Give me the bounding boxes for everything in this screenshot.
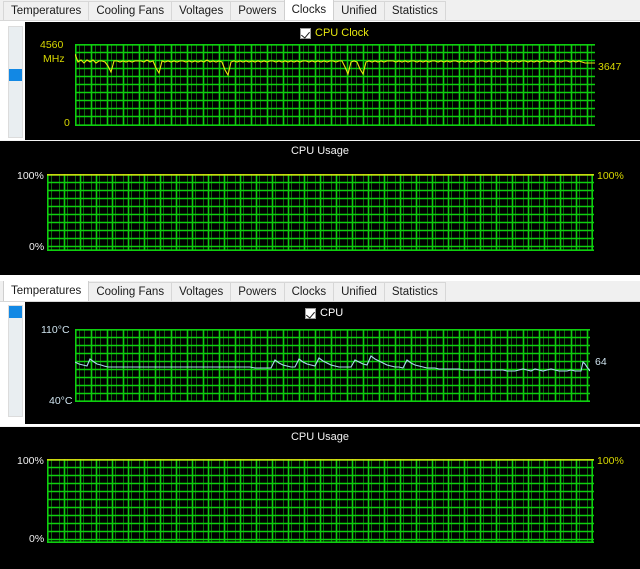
- y-axis-max-label: 100%: [17, 455, 44, 467]
- tab-cooling-fans[interactable]: Cooling Fans: [88, 1, 173, 20]
- y-axis-min-label: 0%: [29, 241, 45, 253]
- legend-checkbox-icon[interactable]: [300, 27, 311, 39]
- monitor-window-top: Temperatures Cooling Fans Voltages Power…: [0, 0, 640, 280]
- plot-area-cpu-clock: [75, 44, 595, 126]
- graph-title: CPU Usage: [290, 145, 350, 157]
- tab-unified[interactable]: Unified: [333, 282, 385, 301]
- grid-major: [47, 174, 594, 251]
- tab-bar-bottom: Temperatures Cooling Fans Voltages Power…: [0, 281, 640, 302]
- graph-cpu-usage-top: CPU Usage 100% 0% 100%: [0, 141, 640, 275]
- tab-voltages[interactable]: Voltages: [171, 1, 232, 20]
- legend-checkbox-icon[interactable]: [305, 307, 316, 319]
- tab-cooling-fans[interactable]: Cooling Fans: [88, 282, 173, 301]
- grid-major: [47, 459, 594, 543]
- legend-label: CPU Clock: [315, 27, 369, 39]
- legend-cpu-clock[interactable]: CPU Clock: [300, 27, 369, 39]
- monitor-window-bottom: Temperatures Cooling Fans Voltages Power…: [0, 281, 640, 569]
- y-axis-min-label: 40°C: [49, 395, 73, 407]
- scrollbar-thumb-bottom[interactable]: [9, 306, 22, 318]
- tab-unified[interactable]: Unified: [333, 1, 385, 20]
- tab-statistics[interactable]: Statistics: [383, 1, 446, 20]
- plot-area-cpu-usage-top: [47, 174, 594, 251]
- tab-clocks[interactable]: Clocks: [283, 0, 335, 20]
- y-axis-max-label: 4560: [40, 39, 64, 51]
- graph-cpu-usage-bottom: CPU Usage 100% 0% 100%: [0, 427, 640, 569]
- current-value-label: 3647: [598, 61, 622, 73]
- y-axis-unit-label: MHz: [43, 53, 65, 65]
- y-axis-min-label: 0: [64, 117, 70, 129]
- current-value-label: 100%: [597, 455, 624, 467]
- tab-statistics[interactable]: Statistics: [383, 282, 446, 301]
- graph-cpu-clock: CPU Clock 4560 MHz 0 3647: [25, 22, 640, 140]
- legend-label: CPU: [320, 307, 344, 319]
- y-axis-min-label: 0%: [29, 533, 45, 545]
- app-root: Temperatures Cooling Fans Voltages Power…: [0, 0, 640, 569]
- tab-bar-top: Temperatures Cooling Fans Voltages Power…: [0, 0, 640, 21]
- tab-voltages[interactable]: Voltages: [171, 282, 232, 301]
- scrollbar-thumb-top[interactable]: [9, 69, 22, 81]
- scrollbar-track-bottom[interactable]: [8, 305, 23, 417]
- legend-cpu-temp[interactable]: CPU: [305, 307, 343, 319]
- current-value-label: 100%: [597, 170, 624, 182]
- tab-powers[interactable]: Powers: [230, 282, 285, 301]
- tab-temperatures[interactable]: Temperatures: [3, 1, 90, 20]
- y-axis-max-label: 100%: [17, 170, 44, 182]
- y-axis-max-label: 110°C: [41, 324, 70, 336]
- graph-title: CPU Usage: [290, 431, 350, 443]
- tab-clocks[interactable]: Clocks: [283, 282, 335, 301]
- scrollbar-track-top[interactable]: [8, 26, 23, 138]
- current-value-label: 64: [595, 356, 607, 368]
- plot-area-cpu-temperature: [75, 329, 590, 402]
- tab-temperatures[interactable]: Temperatures: [3, 281, 90, 301]
- graph-cpu-temperature: CPU 110°C 40°C 64: [25, 302, 640, 424]
- tab-powers[interactable]: Powers: [230, 1, 285, 20]
- plot-area-cpu-usage-bottom: [47, 459, 594, 543]
